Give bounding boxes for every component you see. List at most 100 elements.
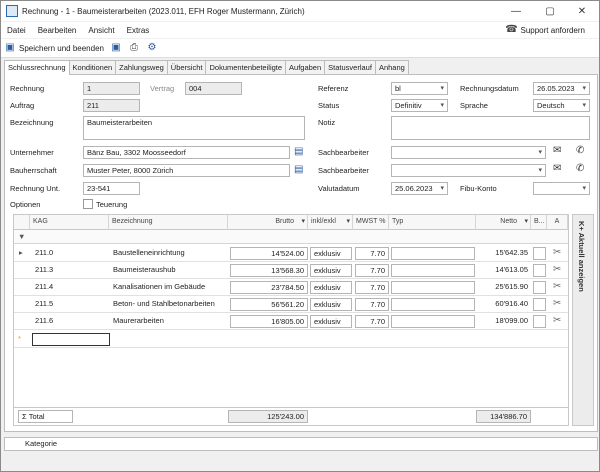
kag-cell[interactable]: 211.0 xyxy=(35,245,53,261)
a-header[interactable]: A xyxy=(547,215,568,230)
mail-icon[interactable]: ✉ xyxy=(553,145,561,156)
status-dropdown[interactable]: Definitiv xyxy=(391,99,448,112)
bezeichnung-cell[interactable]: Beton- und Stahlbetonarbeiten xyxy=(113,296,215,312)
notiz-field[interactable] xyxy=(391,116,590,140)
b-cell[interactable] xyxy=(533,298,546,311)
paperclip-icon[interactable]: ✂ xyxy=(553,245,561,261)
table-row[interactable]: 211.5 Beton- und Stahlbetonarbeiten 56'561… xyxy=(14,296,568,313)
sachbearbeiter2-dropdown[interactable] xyxy=(391,164,546,177)
menu-ansicht[interactable]: Ansicht xyxy=(82,26,120,35)
typ-cell[interactable] xyxy=(391,315,475,328)
brutto-cell[interactable]: 13'568.30 xyxy=(230,264,308,277)
chevron-down-icon[interactable]: ▾ xyxy=(524,215,528,229)
paperclip-icon[interactable]: ✂ xyxy=(553,262,561,278)
table-row[interactable]: ▸ 211.0 Baustelleneinrichtung 14'524.00 exkl… xyxy=(14,245,568,262)
b-cell[interactable] xyxy=(533,315,546,328)
mwst-cell[interactable]: 7.70 xyxy=(355,298,389,311)
new-row[interactable]: * xyxy=(14,331,568,348)
address-card-icon[interactable]: ▤ xyxy=(294,146,303,157)
sachbearbeiter1-dropdown[interactable] xyxy=(391,146,546,159)
auftrag-field[interactable]: 211 xyxy=(83,99,140,112)
table-row[interactable]: 211.6 Maurerarbeiten 16'805.00 exklusiv 7.70… xyxy=(14,313,568,330)
chevron-down-icon[interactable]: ▾ xyxy=(346,215,350,229)
close-icon[interactable]: ✕ xyxy=(567,1,597,21)
new-kag-input[interactable] xyxy=(32,333,110,346)
save-icon-2[interactable]: ▣ xyxy=(110,42,122,54)
kag-cell[interactable]: 211.3 xyxy=(35,262,53,278)
settings-icon[interactable]: ⚙ xyxy=(146,42,158,54)
netto-cell[interactable]: 14'613.05 xyxy=(476,262,528,278)
kag-cell[interactable]: 211.5 xyxy=(35,296,53,312)
rechnung-unt-field[interactable]: 23-541 xyxy=(83,182,140,195)
minimize-icon[interactable]: — xyxy=(501,1,531,21)
sprache-dropdown[interactable]: Deutsch xyxy=(533,99,590,112)
paperclip-icon[interactable]: ✂ xyxy=(553,313,561,329)
brutto-header[interactable]: Brutto ▾ xyxy=(228,215,308,230)
kategorie-label[interactable]: Kategorie xyxy=(25,439,57,448)
brutto-cell[interactable]: 14'524.00 xyxy=(230,247,308,260)
mwst-cell[interactable]: 7.70 xyxy=(355,315,389,328)
menu-datei[interactable]: Datei xyxy=(1,26,32,35)
print-icon[interactable]: ⎙ xyxy=(128,42,140,54)
typ-cell[interactable] xyxy=(391,281,475,294)
tab-konditionen[interactable]: Konditionen xyxy=(68,60,117,74)
phone-icon-2[interactable]: ✆ xyxy=(576,163,584,174)
netto-header[interactable]: Netto ▾ xyxy=(476,215,531,230)
tab-dokumentenbeteiligte[interactable]: Dokumentenbeteiligte xyxy=(205,60,287,74)
paperclip-icon[interactable]: ✂ xyxy=(553,296,561,312)
paperclip-icon[interactable]: ✂ xyxy=(553,279,561,295)
bezeichnung-header[interactable]: Bezeichnung xyxy=(109,215,228,230)
tab-statusverlauf[interactable]: Statusverlauf xyxy=(324,60,376,74)
netto-cell[interactable]: 25'615.90 xyxy=(476,279,528,295)
bezeichnung-cell[interactable]: Kanalisationen im Gebäude xyxy=(113,279,205,295)
teuerung-checkbox[interactable] xyxy=(83,199,93,209)
table-row[interactable]: 211.4 Kanalisationen im Gebäude 23'784.50 e… xyxy=(14,279,568,296)
netto-cell[interactable]: 18'099.00 xyxy=(476,313,528,329)
mwst-cell[interactable]: 7.70 xyxy=(355,247,389,260)
b-cell[interactable] xyxy=(533,247,546,260)
tab-zahlungsweg[interactable]: Zahlungsweg xyxy=(115,60,168,74)
phone-icon[interactable]: ✆ xyxy=(576,145,584,156)
netto-cell[interactable]: 15'642.35 xyxy=(476,245,528,261)
save-close-button[interactable]: ▣ Speichern und beenden xyxy=(4,42,104,54)
tab-anhang[interactable]: Anhang xyxy=(374,60,409,74)
k-aktuell-sidebar[interactable]: K+ Aktuell anzeigen xyxy=(572,214,594,426)
netto-cell[interactable]: 60'916.40 xyxy=(476,296,528,312)
rechnungsdatum-field[interactable]: 26.05.2023 xyxy=(533,82,590,95)
bezeichnung-field[interactable]: Baumeisterarbeiten xyxy=(83,116,305,140)
fibu-dropdown[interactable] xyxy=(533,182,590,195)
kag-header[interactable]: KAG xyxy=(30,215,109,230)
bezeichnung-cell[interactable]: Maurerarbeiten xyxy=(113,313,164,329)
kag-cell[interactable]: 211.6 xyxy=(35,313,53,329)
mwst-cell[interactable]: 7.70 xyxy=(355,281,389,294)
menu-bearbeiten[interactable]: Bearbeiten xyxy=(32,26,83,35)
inkl-cell[interactable]: exklusiv xyxy=(310,247,352,260)
bezeichnung-cell[interactable]: Baustelleneinrichtung xyxy=(113,245,185,261)
typ-header[interactable]: Typ xyxy=(389,215,476,230)
brutto-cell[interactable]: 16'805.00 xyxy=(230,315,308,328)
b-cell[interactable] xyxy=(533,281,546,294)
kag-cell[interactable]: 211.4 xyxy=(35,279,53,295)
maximize-icon[interactable]: ▢ xyxy=(535,1,565,21)
referenz-dropdown[interactable]: bl xyxy=(391,82,448,95)
valutadatum-field[interactable]: 25.06.2023 xyxy=(391,182,448,195)
mail-icon-2[interactable]: ✉ xyxy=(553,163,561,174)
unternehmer-field[interactable]: Bänz Bau, 3302 Moosseedorf xyxy=(83,146,290,159)
typ-cell[interactable] xyxy=(391,298,475,311)
mwst-cell[interactable]: 7.70 xyxy=(355,264,389,277)
b-cell[interactable] xyxy=(533,264,546,277)
bauherrschaft-field[interactable]: Muster Peter, 8000 Zürich xyxy=(83,164,290,177)
address-card-icon-2[interactable]: ▤ xyxy=(294,164,303,175)
vertrag-field[interactable]: 004 xyxy=(185,82,242,95)
menu-extras[interactable]: Extras xyxy=(121,26,156,35)
tab-schlussrechnung[interactable]: Schlussrechnung xyxy=(4,60,70,75)
filter-icon[interactable]: ▼ xyxy=(18,230,25,244)
inkl-cell[interactable]: exklusiv xyxy=(310,281,352,294)
brutto-cell[interactable]: 56'561.20 xyxy=(230,298,308,311)
typ-cell[interactable] xyxy=(391,247,475,260)
rechnung-field[interactable]: 1 xyxy=(83,82,140,95)
chevron-down-icon[interactable]: ▾ xyxy=(301,215,305,229)
inkl-cell[interactable]: exklusiv xyxy=(310,298,352,311)
brutto-cell[interactable]: 23'784.50 xyxy=(230,281,308,294)
inkl-header[interactable]: inkl/exkl ▾ xyxy=(308,215,353,230)
